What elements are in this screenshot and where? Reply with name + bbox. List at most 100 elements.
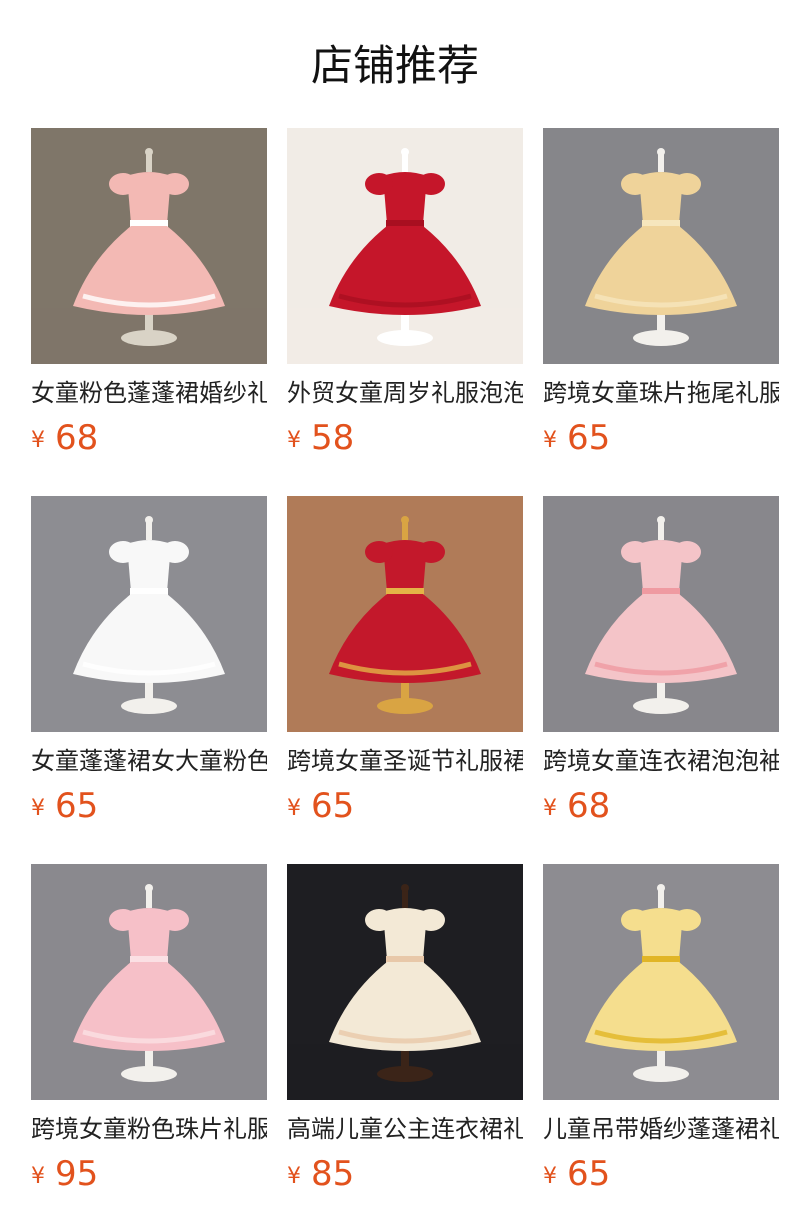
dress-illustration — [31, 496, 267, 732]
dress-illustration — [31, 864, 267, 1100]
product-card[interactable]: 跨境女童粉色珠片礼服 ¥95 — [31, 864, 267, 1204]
mannequin-neck — [658, 522, 664, 540]
dress-illustration — [543, 496, 779, 732]
dress-sleeve-right — [161, 173, 189, 195]
product-price: ¥85 — [287, 1154, 523, 1194]
dress-sleeve-left — [365, 541, 393, 563]
mannequin-neck — [146, 890, 152, 908]
mannequin-knob — [145, 516, 153, 524]
product-image[interactable] — [287, 496, 523, 732]
mannequin-neck — [402, 890, 408, 908]
product-card[interactable]: 跨境女童连衣裙泡泡袖 ¥68 — [543, 496, 779, 836]
product-name[interactable]: 跨境女童粉色珠片礼服 — [31, 1114, 267, 1144]
product-price: ¥65 — [287, 786, 523, 826]
dress-illustration — [543, 864, 779, 1100]
mannequin-base — [377, 698, 433, 714]
dress-illustration — [287, 864, 523, 1100]
mannequin-base — [121, 698, 177, 714]
product-name[interactable]: 跨境女童连衣裙泡泡袖 — [543, 746, 779, 776]
product-image[interactable] — [543, 496, 779, 732]
product-name[interactable]: 跨境女童圣诞节礼服裙 — [287, 746, 523, 776]
dress-illustration — [287, 496, 523, 732]
dress-sleeve-left — [365, 173, 393, 195]
mannequin-knob — [401, 516, 409, 524]
dress-sleeve-left — [621, 909, 649, 931]
dress-sleeve-left — [109, 173, 137, 195]
price-value: 65 — [311, 786, 355, 826]
mannequin-base — [121, 1066, 177, 1082]
product-name[interactable]: 女童粉色蓬蓬裙婚纱礼服 — [31, 378, 267, 408]
price-value: 65 — [55, 786, 99, 826]
dress-waistband — [386, 220, 424, 227]
dress-waistband — [642, 956, 680, 963]
dress-sleeve-left — [621, 541, 649, 563]
price-value: 68 — [55, 418, 99, 458]
product-image[interactable] — [287, 864, 523, 1100]
mannequin-base — [121, 330, 177, 346]
mannequin-neck — [658, 890, 664, 908]
product-price: ¥65 — [543, 418, 779, 458]
price-value: 95 — [55, 1154, 99, 1194]
dress-waistband — [386, 588, 424, 595]
product-image[interactable] — [543, 128, 779, 364]
dress-waistband — [642, 220, 680, 227]
mannequin-knob — [657, 884, 665, 892]
product-image[interactable] — [287, 128, 523, 364]
product-price: ¥68 — [31, 418, 267, 458]
currency-symbol: ¥ — [31, 1164, 45, 1189]
dress-sleeve-left — [621, 173, 649, 195]
product-price: ¥58 — [287, 418, 523, 458]
product-image[interactable] — [543, 864, 779, 1100]
price-value: 58 — [311, 418, 355, 458]
product-name[interactable]: 外贸女童周岁礼服泡泡袖 — [287, 378, 523, 408]
product-price: ¥65 — [31, 786, 267, 826]
price-value: 65 — [567, 418, 611, 458]
currency-symbol: ¥ — [543, 1164, 557, 1189]
product-card[interactable]: 女童蓬蓬裙女大童粉色 ¥65 — [31, 496, 267, 836]
dress-waistband — [130, 220, 168, 227]
mannequin-neck — [146, 522, 152, 540]
mannequin-knob — [657, 516, 665, 524]
currency-symbol: ¥ — [287, 796, 301, 821]
dress-sleeve-right — [417, 173, 445, 195]
product-card[interactable]: 高端儿童公主连衣裙礼服 ¥85 — [287, 864, 523, 1204]
product-name[interactable]: 女童蓬蓬裙女大童粉色 — [31, 746, 267, 776]
dress-sleeve-right — [673, 541, 701, 563]
dress-sleeve-right — [417, 909, 445, 931]
product-card[interactable]: 女童粉色蓬蓬裙婚纱礼服 ¥68 — [31, 128, 267, 468]
product-name[interactable]: 儿童吊带婚纱蓬蓬裙礼服 — [543, 1114, 779, 1144]
product-price: ¥95 — [31, 1154, 267, 1194]
product-name[interactable]: 跨境女童珠片拖尾礼服 — [543, 378, 779, 408]
product-card[interactable]: 儿童吊带婚纱蓬蓬裙礼服 ¥65 — [543, 864, 779, 1204]
dress-waistband — [642, 588, 680, 595]
dress-sleeve-left — [109, 541, 137, 563]
mannequin-knob — [401, 884, 409, 892]
product-card[interactable]: 跨境女童圣诞节礼服裙 ¥65 — [287, 496, 523, 836]
currency-symbol: ¥ — [287, 428, 301, 453]
mannequin-neck — [658, 154, 664, 172]
mannequin-base — [633, 330, 689, 346]
product-grid: 女童粉色蓬蓬裙婚纱礼服 ¥68 外贸女童周岁礼服泡泡袖 ¥58 跨境女童珠片拖尾… — [31, 128, 780, 1218]
currency-symbol: ¥ — [31, 428, 45, 453]
price-value: 68 — [567, 786, 611, 826]
dress-sleeve-left — [109, 909, 137, 931]
dress-illustration — [31, 128, 267, 364]
product-card[interactable]: 外贸女童周岁礼服泡泡袖 ¥58 — [287, 128, 523, 468]
product-price: ¥65 — [543, 1154, 779, 1194]
mannequin-neck — [402, 522, 408, 540]
mannequin-base — [377, 1066, 433, 1082]
dress-waistband — [130, 956, 168, 963]
product-image[interactable] — [31, 496, 267, 732]
product-name[interactable]: 高端儿童公主连衣裙礼服 — [287, 1114, 523, 1144]
dress-sleeve-left — [365, 909, 393, 931]
dress-sleeve-right — [161, 909, 189, 931]
dress-sleeve-right — [417, 541, 445, 563]
product-image[interactable] — [31, 864, 267, 1100]
price-value: 85 — [311, 1154, 355, 1194]
mannequin-knob — [401, 148, 409, 156]
mannequin-base — [633, 698, 689, 714]
product-image[interactable] — [31, 128, 267, 364]
mannequin-knob — [145, 148, 153, 156]
product-card[interactable]: 跨境女童珠片拖尾礼服 ¥65 — [543, 128, 779, 468]
mannequin-neck — [402, 154, 408, 172]
